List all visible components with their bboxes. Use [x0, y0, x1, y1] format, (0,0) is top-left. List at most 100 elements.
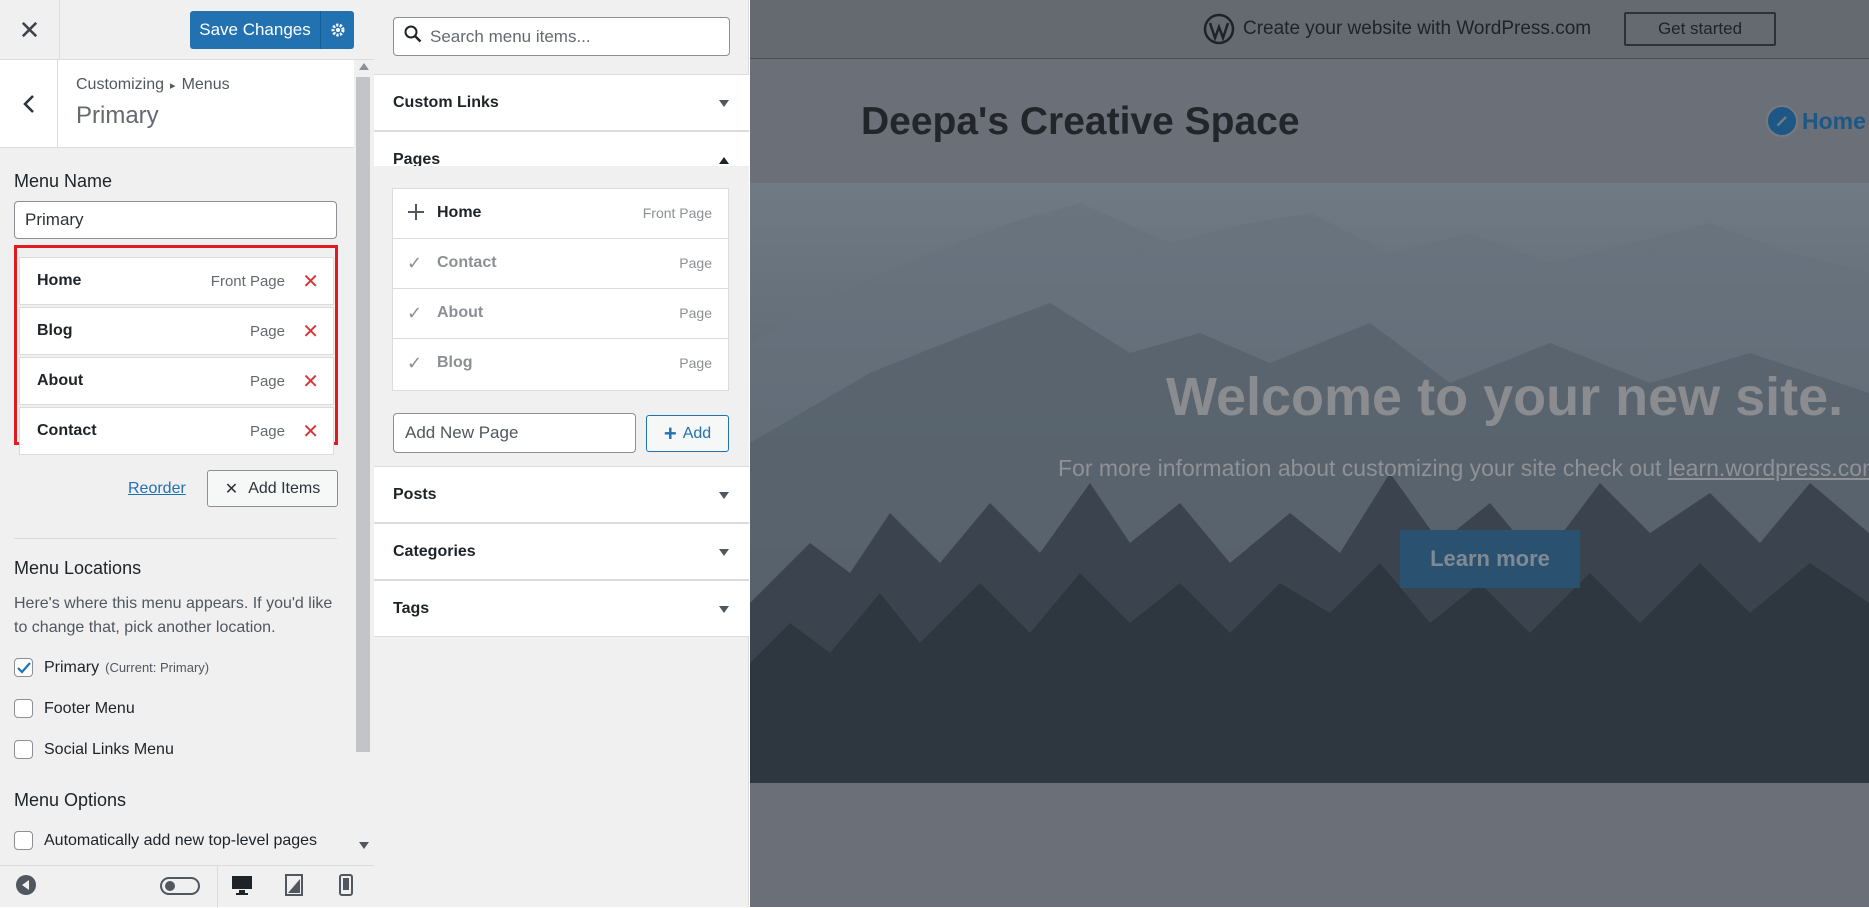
section-tags[interactable]: Tags — [374, 580, 749, 637]
scroll-down-icon[interactable] — [359, 842, 369, 849]
menu-item-home[interactable]: Home Front Page ✕ — [19, 257, 334, 305]
search-placeholder: Search menu items... — [430, 26, 591, 46]
remove-icon[interactable]: ✕ — [302, 319, 319, 344]
menu-items-list: Home Front Page ✕ Blog Page ✕ About Page… — [14, 245, 338, 455]
remove-icon[interactable]: ✕ — [302, 269, 319, 294]
close-icon[interactable]: ✕ — [0, 0, 60, 60]
menu-item-blog[interactable]: Blog Page ✕ — [19, 307, 334, 355]
new-page-input[interactable]: Add New Page — [393, 413, 636, 453]
location-primary: Primary (Current: Primary) — [14, 658, 209, 677]
option-auto-add: Automatically add new top-level pages — [14, 831, 317, 850]
hero-heading: Welcome to your new site. — [1166, 367, 1844, 427]
hero-text-body: For more information about customizing y… — [1058, 455, 1668, 481]
add-label: Add — [682, 424, 712, 442]
scrollbar[interactable] — [354, 60, 374, 865]
search-icon — [404, 25, 422, 48]
get-started-button[interactable]: Get started — [1624, 12, 1776, 46]
panel-header: Customizing ▸ Menus Primary — [0, 60, 354, 148]
site-title[interactable]: Deepa's Creative Space — [861, 100, 1300, 144]
edit-shortcut-icon[interactable] — [1766, 105, 1798, 137]
section-label: Tags — [393, 600, 430, 617]
save-changes-button[interactable]: Save Changes — [190, 11, 320, 49]
page-type: Page — [679, 255, 712, 271]
menu-item-contact[interactable]: Contact Page ✕ — [19, 407, 334, 455]
social-links-checkbox[interactable] — [14, 740, 33, 759]
desktop-preview-icon[interactable] — [230, 874, 254, 901]
page-title: Home — [437, 204, 482, 221]
plus-icon — [407, 203, 425, 226]
section-label: Categories — [393, 543, 476, 560]
learn-more-button[interactable]: Learn more — [1400, 530, 1580, 588]
menu-item-title: Blog — [37, 322, 73, 339]
wordpress-logo-icon — [1203, 13, 1235, 50]
breadcrumb: Customizing ▸ Menus — [76, 76, 230, 94]
wpcom-message: Create your website with WordPress.com — [1243, 18, 1592, 39]
menu-name-input[interactable]: Primary — [14, 201, 337, 239]
auto-add-checkbox[interactable] — [14, 831, 33, 850]
section-label: Custom Links — [393, 94, 499, 111]
option-label: Automatically add new top-level pages — [44, 831, 318, 849]
page-item-home[interactable]: Home Front Page — [393, 189, 728, 239]
menu-locations-description: Here's where this menu appears. If you'd… — [14, 595, 333, 636]
primary-location-checkbox[interactable] — [14, 658, 33, 677]
add-page-button[interactable]: + Add — [646, 415, 729, 452]
location-label: Social Links Menu — [44, 740, 174, 758]
breadcrumb-separator: ▸ — [170, 80, 176, 92]
close-icon: ✕ — [224, 480, 239, 498]
panel-content: Customizing ▸ Menus Primary Menu Name Prim… — [0, 60, 354, 865]
page-type: Front Page — [642, 205, 712, 221]
page-item-contact[interactable]: ✓ Contact Page — [393, 239, 728, 289]
learn-wordpress-link[interactable]: learn.wordpress.com — [1668, 455, 1869, 481]
menu-item-title: About — [37, 372, 84, 389]
remove-icon[interactable]: ✕ — [302, 369, 319, 394]
menu-item-type: Page — [249, 322, 285, 340]
divider — [14, 538, 337, 539]
chevron-down-icon — [719, 100, 729, 107]
tablet-preview-icon[interactable] — [284, 874, 304, 901]
customizer-sidebar: ✕ Save Changes Customizing ▸ Menus Primary… — [0, 0, 374, 908]
chevron-down-icon — [719, 549, 729, 556]
toggle-icon[interactable] — [160, 877, 200, 900]
back-arrow-icon[interactable] — [0, 60, 58, 148]
menu-locations-heading: Menu Locations — [14, 558, 142, 578]
menu-name-label: Menu Name — [14, 171, 113, 191]
menu-name-value: Primary — [25, 210, 84, 229]
customizer-header: ✕ Save Changes — [0, 0, 374, 60]
page-type: Page — [679, 355, 712, 371]
menu-item-title: Contact — [37, 422, 97, 439]
customizer-footer — [0, 865, 374, 908]
collapse-sidebar-icon[interactable] — [15, 874, 37, 901]
search-input[interactable]: Search menu items... — [393, 17, 730, 56]
nav-home-link[interactable]: Home — [1766, 105, 1866, 137]
new-page-placeholder: Add New Page — [405, 423, 519, 442]
panel-title: Primary — [76, 102, 159, 129]
pages-section-body: Home Front Page ✓ Contact Page ✓ About P… — [374, 166, 749, 466]
page-item-about[interactable]: ✓ About Page — [393, 289, 728, 339]
section-categories[interactable]: Categories — [374, 523, 749, 580]
section-posts[interactable]: Posts — [374, 466, 749, 523]
page-item-blog[interactable]: ✓ Blog Page — [393, 339, 728, 389]
location-label: Footer Menu — [44, 699, 135, 717]
location-label: Primary — [44, 658, 100, 676]
gear-icon[interactable] — [320, 11, 354, 49]
remove-icon[interactable]: ✕ — [302, 419, 319, 444]
section-custom-links[interactable]: Custom Links — [374, 74, 749, 131]
reorder-link[interactable]: Reorder — [128, 480, 186, 498]
scrollbar-thumb[interactable] — [356, 77, 370, 752]
mountain-forest-background — [750, 203, 1869, 783]
menu-options-heading: Menu Options — [14, 790, 127, 810]
menu-item-type: Front Page — [210, 272, 285, 290]
hero-cover: Welcome to your new site. For more infor… — [750, 183, 1869, 783]
checkmark-icon: ✓ — [407, 253, 423, 273]
footer-menu-checkbox[interactable] — [14, 699, 33, 718]
menu-item-about[interactable]: About Page ✕ — [19, 357, 334, 405]
page-title: Contact — [437, 254, 497, 271]
add-items-label: Add Items — [248, 479, 321, 497]
location-footer: Footer Menu — [14, 699, 135, 718]
divider — [217, 866, 218, 908]
chevron-up-icon — [719, 157, 729, 164]
add-items-button[interactable]: ✕ Add Items — [207, 470, 338, 507]
scroll-up-icon[interactable] — [359, 63, 369, 70]
menu-item-title: Home — [37, 272, 82, 289]
mobile-preview-icon[interactable] — [338, 874, 354, 901]
